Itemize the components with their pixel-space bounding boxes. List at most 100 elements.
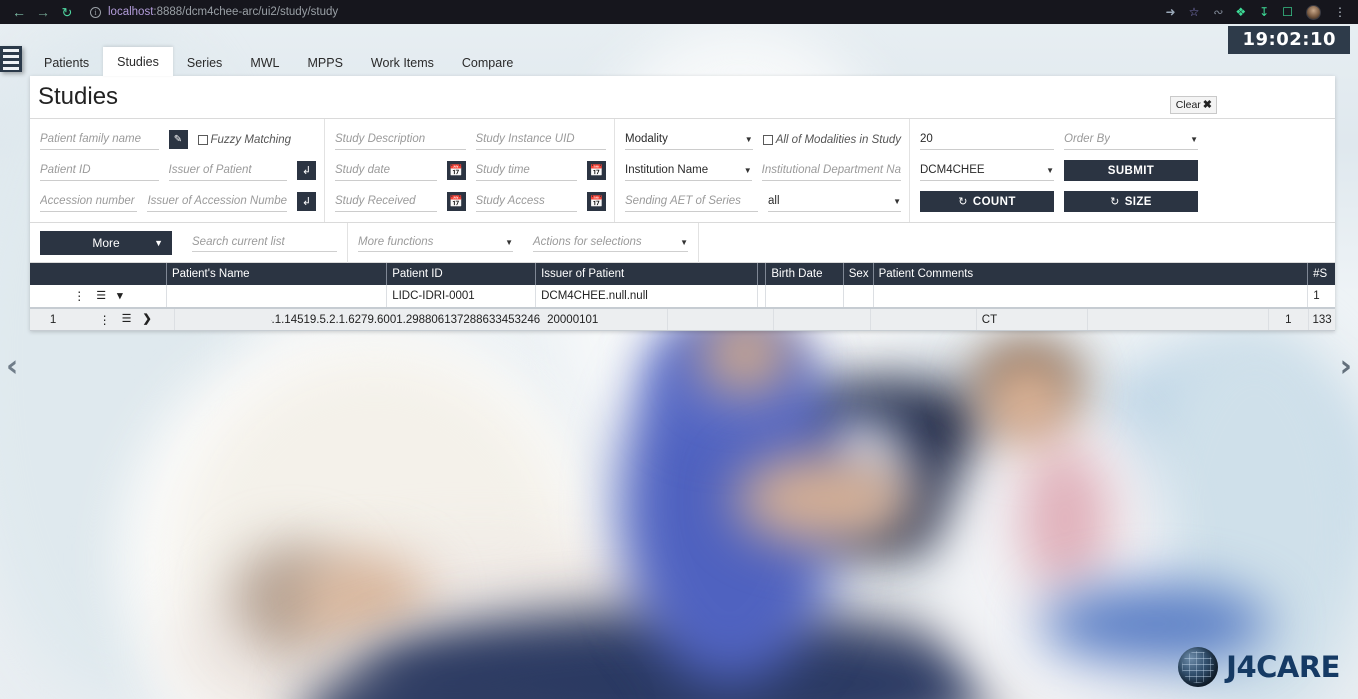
calendar-icon-study-received[interactable]: 📅 bbox=[446, 192, 466, 211]
order-by-select[interactable]: Order By ▼ bbox=[1064, 129, 1198, 150]
order-by-placeholder: Order By bbox=[1064, 133, 1111, 145]
tab-mpps[interactable]: MPPS bbox=[293, 50, 356, 77]
search-column-patient: Patient family name ✎ Fuzzy Matching Pat… bbox=[30, 119, 325, 222]
table-row[interactable]: 1 ⋮ ☰ ❯ 1.3.6.1.4.1.14519.5.2.1.6279.600… bbox=[30, 309, 1335, 331]
browser-back-icon[interactable]: ← bbox=[8, 2, 30, 22]
tab-compare[interactable]: Compare bbox=[448, 50, 527, 77]
chevron-down-icon-actions[interactable]: ▼ bbox=[674, 238, 688, 247]
study-access-input[interactable]: Study Access bbox=[475, 191, 577, 212]
chevron-down-icon-aet[interactable]: ▼ bbox=[1040, 166, 1054, 175]
profile-avatar[interactable] bbox=[1306, 4, 1321, 20]
tab-series[interactable]: Series bbox=[173, 50, 236, 77]
enter-arrow-icon[interactable]: ↲ bbox=[297, 161, 316, 180]
pencil-icon[interactable]: ✎ bbox=[168, 130, 188, 149]
fuzzy-matching-checkbox[interactable]: Fuzzy Matching bbox=[197, 129, 317, 150]
institution-name-select[interactable]: Institution Name ▼ bbox=[625, 160, 752, 181]
cell-birth-date bbox=[765, 285, 842, 307]
issuer-of-patient-input[interactable]: Issuer of Patient bbox=[168, 160, 287, 181]
chevron-down-icon-more-functions[interactable]: ▼ bbox=[499, 238, 513, 247]
calendar-icon-study-date[interactable]: 📅 bbox=[446, 161, 466, 180]
submit-button[interactable]: SUBMIT bbox=[1064, 160, 1198, 181]
tab-work-items[interactable]: Work Items bbox=[357, 50, 448, 77]
list-icon[interactable]: ☰ bbox=[96, 290, 106, 302]
nav-next-arrow[interactable]: › bbox=[1340, 352, 1352, 382]
search-column-actions: 20 Order By ▼ DCM4CHEE ▼ SUBMIT ↻ COUNT … bbox=[910, 119, 1206, 222]
downloads-icon[interactable]: ↧ bbox=[1259, 6, 1269, 18]
chevron-down-icon-more[interactable]: ▼ bbox=[148, 238, 163, 248]
issuer-of-accession-input[interactable]: Issuer of Accession Numbe bbox=[147, 191, 287, 212]
patient-family-name-input[interactable]: Patient family name bbox=[40, 129, 159, 150]
chevron-down-icon-all[interactable]: ▼ bbox=[887, 197, 901, 206]
column-header-patient-id[interactable]: Patient ID bbox=[386, 263, 535, 285]
accession-number-input[interactable]: Accession number bbox=[40, 191, 138, 212]
search-current-list-input[interactable]: Search current list bbox=[192, 233, 337, 252]
more-functions-select[interactable]: More functions ▼ bbox=[358, 233, 513, 252]
cell-spacer bbox=[757, 285, 765, 307]
close-icon[interactable]: ✖ bbox=[1203, 98, 1212, 111]
table-row[interactable]: ⋮ ☰ ▾ LIDC-IDRI-0001 DCM4CHEE.null.null … bbox=[30, 285, 1335, 309]
actions-for-selections-select[interactable]: Actions for selections ▼ bbox=[533, 233, 688, 252]
chevron-down-icon-modality[interactable]: ▼ bbox=[739, 135, 753, 144]
checkbox-box[interactable] bbox=[197, 134, 208, 145]
browser-menu-icon[interactable]: ⋮ bbox=[1334, 6, 1346, 18]
column-header-patient-comments[interactable]: Patient Comments bbox=[872, 263, 1308, 285]
refresh-icon-count: ↻ bbox=[958, 196, 968, 208]
study-description-input[interactable]: Study Description bbox=[335, 129, 466, 150]
enter-arrow-icon-2[interactable]: ↲ bbox=[297, 192, 316, 211]
more-button[interactable]: More ▼ bbox=[40, 230, 172, 255]
calendar-icon-study-access[interactable]: 📅 bbox=[587, 192, 606, 211]
limit-input[interactable]: 20 bbox=[920, 129, 1054, 150]
study-time-input[interactable]: Study time bbox=[475, 160, 577, 181]
study-instance-uid-input[interactable]: Study Instance UID bbox=[475, 129, 606, 150]
column-header-issuer-of-patient[interactable]: Issuer of Patient bbox=[535, 263, 757, 285]
chevron-down-icon-institution[interactable]: ▼ bbox=[738, 166, 752, 175]
search-form: Patient family name ✎ Fuzzy Matching Pat… bbox=[30, 118, 1335, 223]
vertical-dots-icon[interactable]: ⋮ bbox=[73, 290, 85, 302]
url-host: localhost bbox=[108, 6, 154, 18]
aet-select[interactable]: DCM4CHEE ▼ bbox=[920, 160, 1054, 181]
column-header-sex[interactable]: Sex bbox=[842, 263, 873, 285]
modality-select[interactable]: Modality ▼ bbox=[625, 129, 753, 150]
nav-previous-arrow[interactable]: ‹ bbox=[6, 352, 18, 382]
tab-patients[interactable]: Patients bbox=[30, 50, 103, 77]
study-cell-instance-uid: 1.3.6.1.4.1.14519.5.2.1.6279.6001.298806… bbox=[271, 313, 541, 326]
chevron-down-icon-row[interactable]: ▾ bbox=[117, 290, 123, 302]
share-icon[interactable]: ➜ bbox=[1166, 6, 1176, 18]
bookmark-star-icon[interactable]: ☆ bbox=[1189, 6, 1200, 18]
hamburger-menu-icon[interactable] bbox=[0, 46, 22, 72]
chevron-down-icon-order-by[interactable]: ▼ bbox=[1184, 135, 1198, 144]
study-date-input[interactable]: Study date bbox=[335, 160, 437, 181]
browser-reload-icon[interactable]: ↻ bbox=[56, 2, 78, 22]
browser-forward-icon[interactable]: → bbox=[32, 2, 54, 22]
patient-id-input[interactable]: Patient ID bbox=[40, 160, 159, 181]
column-header-patients-name[interactable]: Patient's Name bbox=[165, 263, 386, 285]
sending-aet-input[interactable]: Sending AET of Series bbox=[625, 191, 758, 212]
institutional-department-input[interactable]: Institutional Department Na bbox=[761, 160, 901, 181]
calendar-icon-study-time[interactable]: 📅 bbox=[587, 161, 606, 180]
more-functions-label: More functions bbox=[358, 236, 434, 248]
tab-mwl[interactable]: MWL bbox=[236, 50, 293, 77]
count-button[interactable]: ↻ COUNT bbox=[920, 191, 1054, 212]
site-info-icon[interactable]: i bbox=[90, 6, 101, 18]
all-select[interactable]: all ▼ bbox=[768, 191, 901, 212]
chevron-right-icon-study[interactable]: ❯ bbox=[143, 314, 152, 325]
checkbox-box-all-modalities[interactable] bbox=[762, 134, 773, 145]
study-received-input[interactable]: Study Received bbox=[335, 191, 437, 212]
column-header-birth-date[interactable]: Birth Date bbox=[765, 263, 842, 285]
squiggle-icon[interactable]: ∾ bbox=[1212, 6, 1222, 18]
study-row-index: 1 bbox=[49, 313, 57, 326]
vertical-dots-icon-study[interactable]: ⋮ bbox=[99, 314, 111, 326]
tab-studies[interactable]: Studies bbox=[103, 46, 173, 76]
all-modalities-checkbox[interactable]: All of Modalities in Study bbox=[762, 129, 901, 150]
extensions-puzzle-icon[interactable]: ❖ bbox=[1235, 6, 1246, 18]
more-functions-cell: More functions ▼ bbox=[348, 233, 523, 252]
clear-button[interactable]: Clear ✖ bbox=[1169, 96, 1217, 114]
size-button[interactable]: ↻ SIZE bbox=[1064, 191, 1198, 212]
square-icon[interactable]: ☐ bbox=[1282, 6, 1293, 18]
globe-icon bbox=[1178, 647, 1219, 687]
column-header-study-count[interactable]: #S bbox=[1307, 263, 1335, 285]
address-bar[interactable]: i localhost:8888/dcm4chee-arc/ui2/study/… bbox=[90, 3, 338, 21]
column-header-actions bbox=[30, 263, 166, 285]
list-icon-study[interactable]: ☰ bbox=[122, 314, 132, 325]
cell-patients-name bbox=[165, 285, 386, 307]
